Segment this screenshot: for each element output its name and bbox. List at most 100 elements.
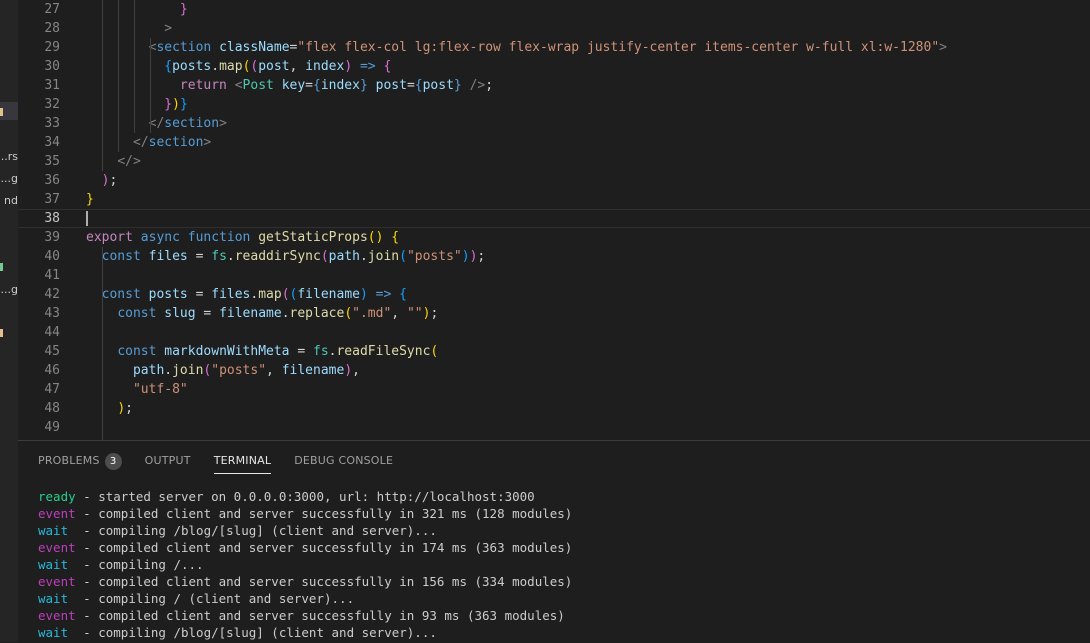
log-padding (68, 591, 76, 606)
code-token: } (453, 78, 462, 93)
line-number: 27 (44, 2, 60, 17)
code-line[interactable]: 47 "utf-8" (18, 380, 1090, 399)
code-token: join (367, 249, 400, 264)
code-token: "" (406, 306, 423, 321)
code-token: readFileSync (336, 344, 431, 359)
code-line[interactable]: 48 ); (18, 399, 1090, 418)
problems-count-badge: 3 (104, 452, 122, 470)
indent-guide (102, 247, 103, 440)
indent-guide (150, 38, 151, 133)
tab-label: OUTPUT (144, 454, 191, 467)
code-token: = (187, 287, 212, 302)
code-token: ) (359, 287, 368, 302)
code-token: = (187, 249, 212, 264)
tab-terminal[interactable]: TERMINAL (213, 451, 272, 474)
code-line[interactable]: 35 </> (18, 152, 1090, 171)
code-token: files (211, 287, 251, 302)
code-line[interactable]: 41 (18, 266, 1090, 285)
code-line[interactable]: 46 path.join("posts", filename), (18, 361, 1090, 380)
code-token: } (164, 97, 173, 112)
code-line[interactable]: 43 const slug = filename.replace(".md", … (18, 304, 1090, 323)
log-message: - compiled client and server successfull… (75, 540, 573, 555)
code-line[interactable]: 42 const posts = files.map((filename) =>… (18, 285, 1090, 304)
code-token: < (234, 78, 243, 93)
code-token: path (328, 249, 360, 264)
code-token: ) (344, 363, 353, 378)
code-token: > (939, 40, 947, 55)
code-line[interactable]: 39 export async function getStaticProps()… (18, 228, 1090, 247)
code-token: posts (172, 59, 212, 74)
git-status-mark (0, 108, 3, 116)
sidebar-item-fragment[interactable]: nd (0, 194, 18, 207)
code-editor[interactable]: 27 } 28 >29 <section className="flex flex… (18, 0, 1090, 440)
code-token: . (211, 59, 220, 74)
line-number: 39 (44, 230, 60, 245)
tab-output[interactable]: OUTPUT (145, 451, 191, 473)
text-cursor (86, 211, 88, 226)
code-token: replace (289, 306, 345, 321)
line-number: 46 (44, 363, 60, 378)
code-line[interactable]: 27 } (18, 0, 1090, 19)
code-line[interactable]: 29 <section className="flex flex-col lg:… (18, 38, 1090, 57)
line-number: 49 (44, 420, 60, 435)
log-level: wait (38, 591, 69, 606)
sidebar-item-fragment[interactable]: g... (0, 172, 18, 185)
code-token: </ (117, 154, 133, 169)
code-token: , (289, 59, 306, 74)
code-line[interactable]: 34 </section> (18, 133, 1090, 152)
terminal-line: wait - compiling /blog/[slug] (client an… (38, 522, 1078, 539)
bottom-panel: PROBLEMS 3 OUTPUT TERMINAL DEBUG CONSOLE rea… (18, 440, 1090, 643)
code-line[interactable]: 33 </section> (18, 114, 1090, 133)
code-line[interactable]: 45 const markdownWithMeta = fs.readFileS… (18, 342, 1090, 361)
code-token: ".md" (352, 306, 392, 321)
code-token: filename (297, 287, 360, 302)
terminal-line: event - compiled client and server succe… (38, 607, 1078, 624)
terminal-line: event - compiled client and server succe… (38, 539, 1078, 556)
code-token: ( (430, 344, 439, 359)
code-text: > (86, 19, 172, 38)
code-token: = (406, 78, 415, 93)
tab-debug-console[interactable]: DEBUG CONSOLE (294, 451, 393, 473)
log-message: - compiled client and server successfull… (75, 574, 573, 589)
code-line[interactable]: 32 })} (18, 95, 1090, 114)
code-line[interactable]: 44 (18, 323, 1090, 342)
code-line[interactable]: 40 const files = fs.readdirSync(path.joi… (18, 247, 1090, 266)
explorer-sidebar-edge[interactable]: rs... g... nd g... (0, 0, 18, 642)
line-number: 32 (44, 97, 60, 112)
terminal-output[interactable]: ready - started server on 0.0.0.0:3000, … (38, 488, 1078, 641)
log-message: - started server on 0.0.0.0:3000, url: h… (75, 489, 535, 504)
terminal-line: wait - compiling /blog/[slug] (client an… (38, 624, 1078, 641)
sidebar-item-fragment[interactable]: g... (0, 283, 18, 296)
code-token: slug (164, 306, 196, 321)
code-line[interactable]: 36 ); (18, 171, 1090, 190)
line-number: 34 (44, 135, 60, 150)
tab-problems[interactable]: PROBLEMS 3 (38, 451, 122, 473)
code-token: key (281, 78, 306, 93)
code-text: const markdownWithMeta = fs.readFileSync… (86, 342, 438, 361)
code-line[interactable]: 28 > (18, 19, 1090, 38)
code-line[interactable]: 49 (18, 418, 1090, 437)
code-line[interactable]: 37} (18, 190, 1090, 209)
log-level: ready (38, 489, 76, 504)
code-token: path (132, 363, 165, 378)
code-line[interactable]: 31 return <Post key={index} post={post} … (18, 76, 1090, 95)
sidebar-item-fragment[interactable]: rs... (0, 150, 18, 163)
line-number: 36 (44, 173, 60, 188)
code-token: } (179, 97, 188, 112)
code-token: = (195, 306, 220, 321)
code-token: return (179, 78, 227, 93)
code-line[interactable]: 30 {posts.map((post, index) => { (18, 57, 1090, 76)
line-number: 28 (44, 21, 60, 36)
line-number: 29 (44, 40, 60, 55)
code-token: . (281, 306, 290, 321)
code-text: return <Post key={index} post={post} />; (86, 76, 493, 95)
code-token: join (172, 363, 204, 378)
line-number: 47 (44, 382, 60, 397)
code-line[interactable]: 38 (18, 209, 1090, 228)
tab-label: PROBLEMS (38, 454, 100, 467)
